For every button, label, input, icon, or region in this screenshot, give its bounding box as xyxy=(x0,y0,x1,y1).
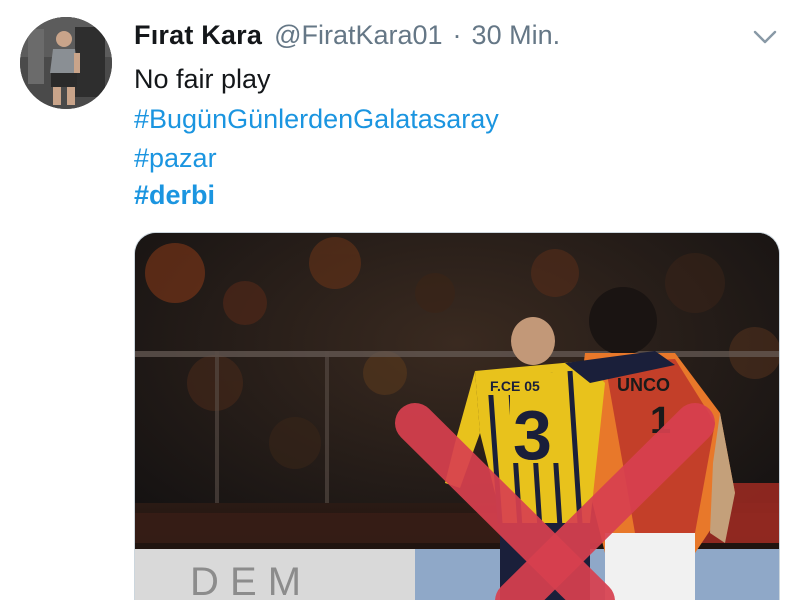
jersey-right-name: UNCO xyxy=(617,375,670,395)
hashtag-link[interactable]: #BugünGünlerdenGalatasaray xyxy=(134,102,499,136)
banner-text: D E M xyxy=(190,560,301,600)
tweet-media-image[interactable]: D E M UNCO 1 F.CE 05 3 xyxy=(134,232,780,600)
tweet[interactable]: Fırat Kara @FiratKara01 · 30 Min. No fai… xyxy=(0,0,800,600)
football-players-photo: D E M UNCO 1 F.CE 05 3 xyxy=(135,233,779,600)
separator-dot: · xyxy=(452,20,462,50)
timestamp[interactable]: 30 Min. xyxy=(472,20,561,51)
user-handle[interactable]: @FiratKara01 xyxy=(274,20,442,51)
avatar-photo xyxy=(20,17,112,109)
jersey-left-name: F.CE 05 xyxy=(490,378,540,394)
display-name[interactable]: Fırat Kara xyxy=(134,20,262,51)
chevron-down-icon[interactable] xyxy=(748,24,782,50)
avatar[interactable] xyxy=(20,17,112,109)
hashtag-link[interactable]: #derbi xyxy=(134,178,215,212)
jersey-left-number: 3 xyxy=(513,396,552,474)
tweet-text: No fair play xyxy=(134,64,271,94)
hashtag-link[interactable]: #pazar xyxy=(134,141,217,175)
tweet-header: Fırat Kara @FiratKara01 · 30 Min. xyxy=(134,20,560,54)
